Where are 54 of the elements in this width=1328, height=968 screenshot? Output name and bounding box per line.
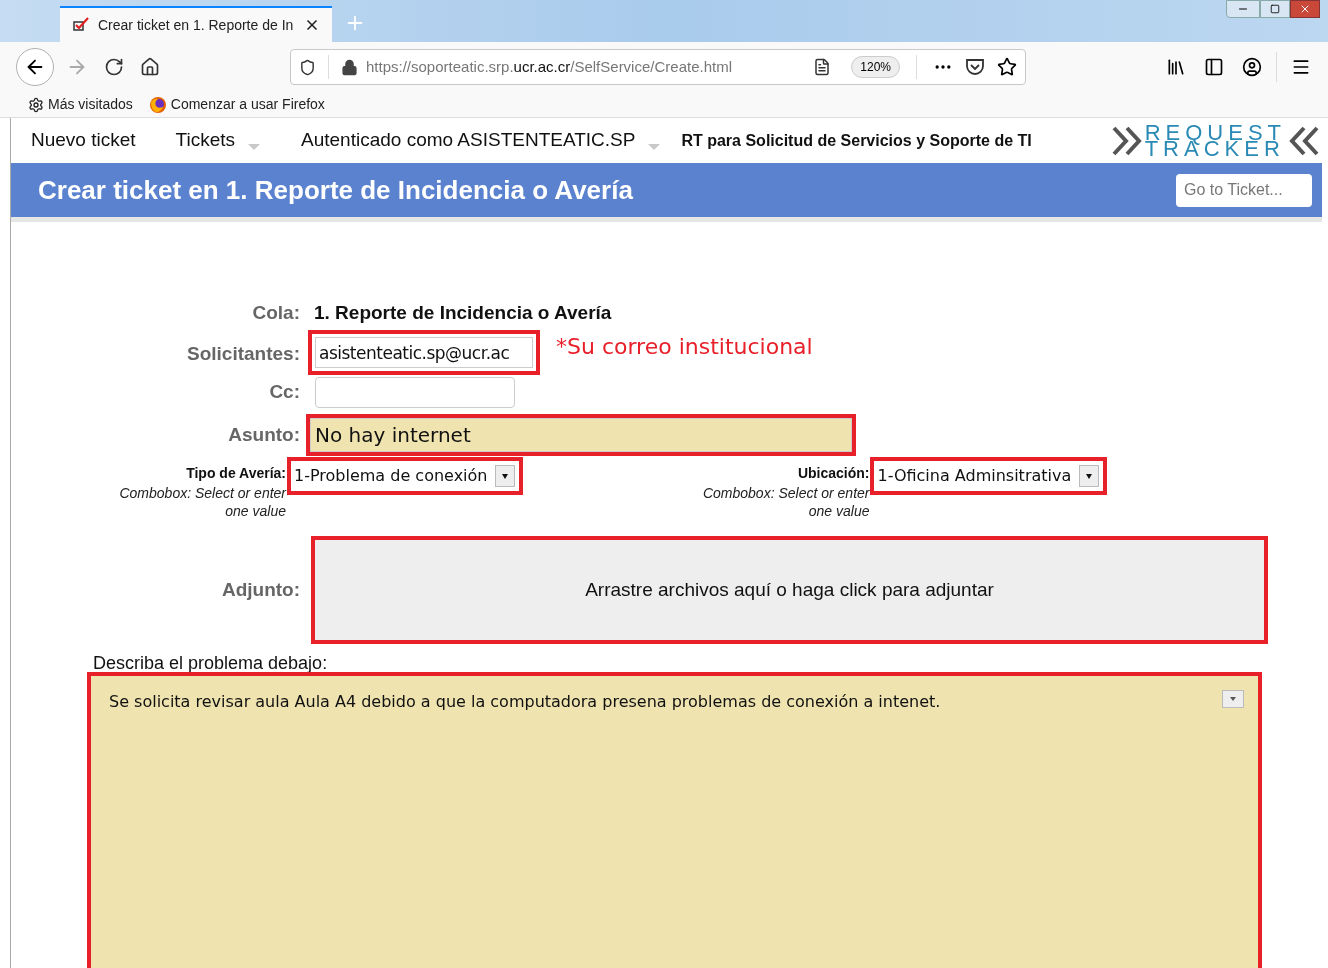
checkbox-tick-icon	[72, 17, 90, 33]
sidebar-icon[interactable]	[1204, 57, 1224, 77]
maximize-icon	[1270, 4, 1280, 14]
combobox-hint: Combobox: Select or enter one value	[701, 484, 870, 520]
field-label: Cola:	[251, 300, 300, 325]
back-button[interactable]	[16, 48, 54, 86]
ticket-search-field[interactable]: Go to Ticket...	[1176, 173, 1312, 207]
close-icon[interactable]	[304, 17, 320, 33]
shield-icon[interactable]	[299, 58, 316, 76]
queue-value: 1. Reporte de Incidencia o Avería	[314, 300, 612, 325]
field-label: Solicitantes:	[186, 342, 300, 366]
requestors-field[interactable]: asistenteatic.sp@ucr.ac	[315, 337, 533, 368]
field-label: Cc:	[268, 380, 300, 405]
reload-icon[interactable]	[104, 57, 124, 77]
browser-tab[interactable]: Crear ticket en 1. Reporte de In	[60, 6, 332, 42]
tab-title: Crear ticket en 1. Reporte de In	[98, 15, 294, 35]
zoom-badge[interactable]: 120%	[851, 56, 900, 78]
gear-icon	[28, 96, 44, 113]
bookmark-link[interactable]: Más visitados	[48, 94, 133, 115]
combobox-hint: Combobox: Select or enter one value	[118, 484, 286, 520]
menu-item[interactable]: Tickets	[175, 126, 235, 155]
pocket-icon[interactable]	[965, 58, 985, 76]
bookmark-link[interactable]: Comenzar a usar Firefox	[170, 94, 325, 115]
field-label: Tipo de Avería:	[186, 464, 286, 483]
field-label: Adjunto:	[220, 577, 300, 602]
site-title: RT para Solicitud de Servicios y Soporte de TI	[681, 130, 1032, 151]
caret-icon	[647, 142, 662, 151]
reader-view-icon[interactable]	[813, 58, 832, 76]
field-label: Ubicación:	[797, 464, 870, 483]
url-bar[interactable]: https://soporteatic.srp.ucr.ac.cr/SelfService/Create.html 120%	[290, 49, 1026, 85]
minimize-button[interactable]	[1226, 0, 1260, 18]
request-tracker-logo: REQUEST TRACKER	[1144, 124, 1286, 157]
lock-icon	[341, 58, 358, 76]
menu-icon[interactable]	[1291, 57, 1311, 77]
menu-item[interactable]: Autenticado como ASISTENTEATIC.SP	[301, 126, 636, 155]
bookmark-star-icon[interactable]	[997, 57, 1017, 77]
description-label: Describa el problema debajo:	[93, 652, 329, 674]
requestors-note: *Su correo institucional	[556, 333, 813, 361]
subject-field[interactable]: No hay internet	[310, 418, 852, 452]
maximize-button[interactable]	[1260, 0, 1290, 18]
close-icon	[1299, 3, 1311, 15]
description-textarea[interactable]: Se solicita revisar aula Aula A4 debido a que la computadora presena problemas de conexión a intenet.	[91, 676, 1258, 968]
url-text: https://soporteatic.srp.ucr.ac.cr/SelfService/Create.html	[366, 56, 732, 77]
account-icon[interactable]	[1242, 57, 1262, 77]
home-icon[interactable]	[140, 57, 160, 77]
field-label: Asunto:	[227, 422, 300, 447]
menu-item[interactable]: Nuevo ticket	[31, 126, 136, 155]
library-icon[interactable]	[1166, 57, 1186, 77]
close-button[interactable]	[1290, 0, 1320, 18]
cc-field[interactable]	[315, 377, 515, 408]
globe-icon	[148, 95, 167, 114]
attachment-dropzone[interactable]: Arrastre archivos aquí o haga click para adjuntar	[311, 536, 1268, 644]
caret-icon	[247, 142, 261, 151]
page-title: Crear ticket en 1. Reporte de Incidencia o Avería	[38, 173, 633, 207]
